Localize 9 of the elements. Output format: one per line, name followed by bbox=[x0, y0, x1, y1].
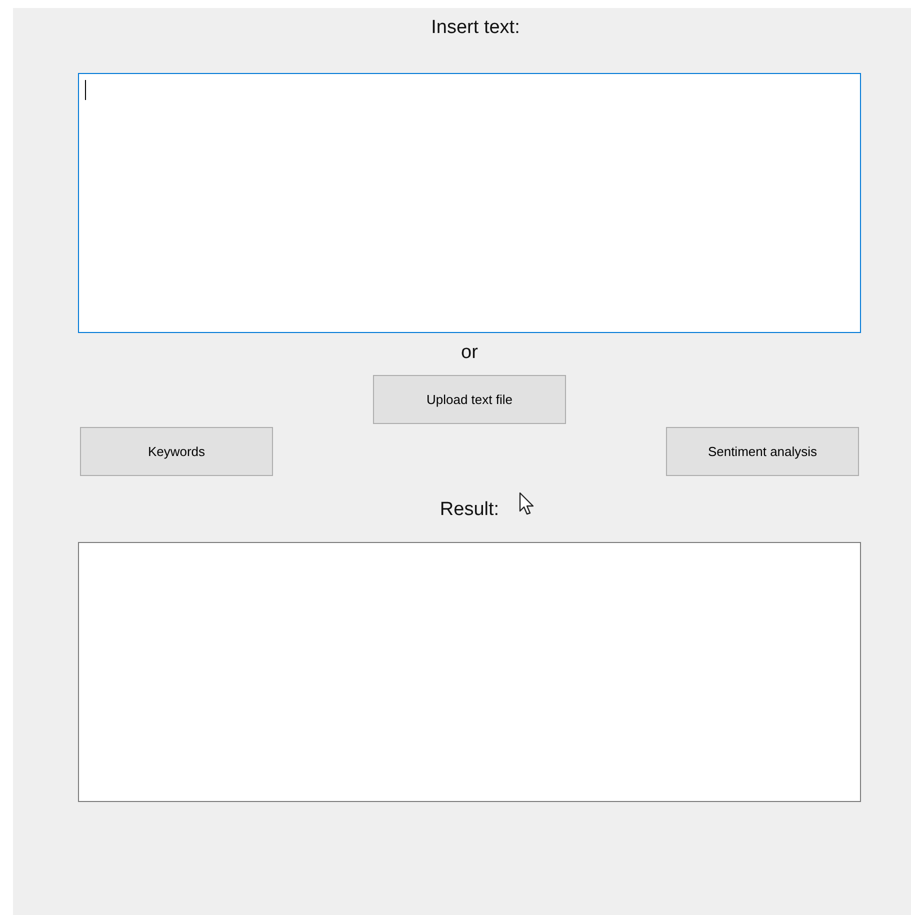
action-button[interactable]: Keywords bbox=[80, 427, 273, 476]
text-caret-icon bbox=[85, 80, 86, 100]
result-label: Result: bbox=[440, 498, 500, 522]
upload-button[interactable]: Upload text file bbox=[373, 375, 566, 424]
action-button[interactable]: Sentiment analysis bbox=[666, 427, 859, 476]
mouse-pointer-icon bbox=[519, 492, 535, 516]
or-label: or bbox=[461, 341, 478, 365]
insert-text-label: Insert text: bbox=[431, 16, 520, 40]
text-input[interactable] bbox=[78, 73, 861, 333]
